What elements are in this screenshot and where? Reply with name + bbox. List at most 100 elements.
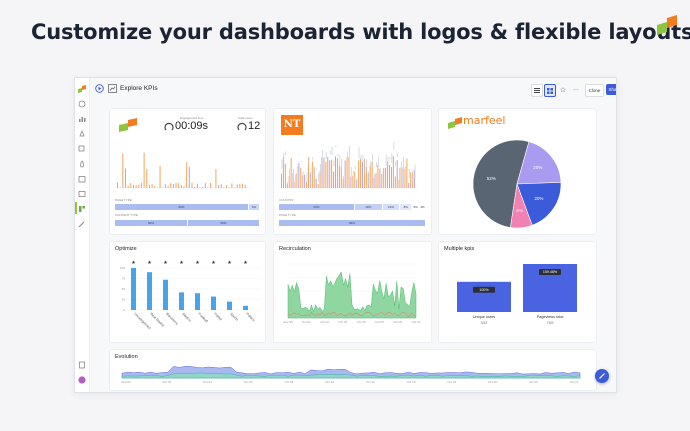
spark-bar <box>322 150 323 161</box>
multiple-kpis-title: Multiple kpis <box>444 246 475 252</box>
star-icon: ★ <box>195 260 200 266</box>
optimize-bar-chart: 0 25 50 75 100 ★ Uncategorized ★ Real Madrid ★ Bar… <box>120 260 260 330</box>
spark-bar <box>336 158 338 188</box>
spark-bar <box>306 172 308 184</box>
spark-bar <box>172 183 174 188</box>
spark-bar <box>358 160 360 188</box>
spark-bar <box>311 161 313 188</box>
more-button[interactable]: ··· <box>571 84 581 95</box>
spark-bar <box>375 173 377 188</box>
favorite-button[interactable]: ☆ <box>558 84 568 95</box>
spark-bar <box>344 160 346 188</box>
optimize-bar <box>211 296 216 310</box>
spark-bar <box>284 163 286 188</box>
spark-bar <box>381 173 383 188</box>
spark-bar <box>352 176 354 188</box>
spark-bar <box>188 166 190 188</box>
spark-bar <box>329 160 331 188</box>
spark-bar <box>414 164 416 179</box>
x-tick-label: Oct 03 <box>162 380 171 384</box>
spark-bar <box>396 160 398 188</box>
card-nt: NT COUNTRY 52% 19% 12% 8% 5% 4% PAGE TYP… <box>273 108 432 235</box>
spark-bar <box>372 154 373 165</box>
spark-bar <box>327 157 329 188</box>
marfeel-logo-text: marfeel <box>463 114 506 127</box>
spark-bar <box>281 159 283 169</box>
optimize-bar <box>243 305 248 310</box>
spark-bar <box>354 165 356 170</box>
list-view-button[interactable] <box>531 84 543 97</box>
marfeel-logo-icon[interactable] <box>78 85 86 93</box>
spark-bar <box>331 146 333 156</box>
x-tick-label: Oct 11 <box>366 380 375 384</box>
content-type-bar[interactable]: 50% 50% <box>115 220 260 226</box>
spark-bar <box>186 162 188 188</box>
page-type-bar[interactable]: 93% 6% <box>115 204 260 210</box>
image-icon[interactable] <box>78 190 86 198</box>
spark-bar <box>383 168 385 188</box>
grid-icon <box>547 87 553 94</box>
spark-bar <box>132 184 134 188</box>
segment: 93% <box>115 204 249 210</box>
x-tick-label: Oct 10 <box>325 380 334 384</box>
x-tick-label: Sep 02 <box>121 380 131 384</box>
country-bar[interactable]: 52% 19% 12% 8% 5% 4% <box>279 204 426 210</box>
spark-bar <box>358 147 360 159</box>
spark-bar <box>377 156 379 166</box>
star-icon: ★ <box>211 260 216 266</box>
play-circle-icon[interactable] <box>95 84 104 93</box>
clone-button[interactable]: Clone <box>585 84 604 97</box>
spark-bar <box>310 171 312 186</box>
y-tick-label: 75 <box>122 277 126 281</box>
dashboard-icon[interactable] <box>78 205 86 213</box>
spark-bar <box>333 171 335 188</box>
spark-bar <box>385 154 387 166</box>
segment: 12% <box>382 204 400 210</box>
x-tick-label: Football <box>197 312 209 324</box>
spark-bar <box>337 154 339 157</box>
rocket-icon[interactable] <box>78 130 86 138</box>
x-tick-label: Sports <box>229 312 239 322</box>
share-button[interactable]: Share <box>606 84 616 95</box>
optimize-bar <box>227 301 232 310</box>
spark-bar <box>316 168 318 170</box>
spark-bar <box>408 182 410 188</box>
nt-logo: NT <box>281 115 303 135</box>
spark-bar <box>356 178 358 187</box>
wrench-icon[interactable] <box>78 220 86 228</box>
page-type-bar[interactable]: 99% <box>279 220 426 226</box>
kpi-value-label: 159.48% <box>543 270 558 274</box>
optimize-bar <box>147 272 152 310</box>
assistant-button[interactable] <box>595 369 609 383</box>
spark-bar <box>406 158 408 165</box>
pie-chart: 52% 20% 20% 8% <box>472 139 562 229</box>
spark-bar <box>130 182 132 188</box>
kpi-category-label: Unique users <box>473 315 495 319</box>
spark-bar <box>154 185 156 188</box>
compass-icon[interactable] <box>78 100 86 108</box>
dashboard-window: Explore KPIs ☆ ··· Clone Share Engagemen… <box>74 77 617 393</box>
star-icon: ★ <box>243 260 248 266</box>
spark-bar <box>135 185 137 188</box>
fire-icon[interactable] <box>78 160 86 168</box>
spark-bar <box>392 156 394 188</box>
card-recirculation: Recirculation Sep 30 Oct 01 Oct 02 Oct 03 Oc… <box>273 241 432 343</box>
book-icon[interactable] <box>78 361 86 369</box>
spark-bar <box>341 158 343 173</box>
spark-bar <box>298 163 300 188</box>
chart-icon[interactable] <box>78 115 86 123</box>
y-tick-label: 100 <box>120 266 125 270</box>
star-icon: ☆ <box>559 86 567 94</box>
spark-bar <box>385 167 387 188</box>
x-tick-label: Oct 18 <box>447 380 456 384</box>
calendar-icon[interactable] <box>78 175 86 183</box>
layers-icon[interactable] <box>78 145 86 153</box>
spark-bar <box>287 181 289 184</box>
spark-bar <box>389 157 391 160</box>
spark-bar <box>175 182 177 188</box>
pie-label: 20% <box>533 165 542 170</box>
spark-bar <box>178 183 180 188</box>
avatar[interactable] <box>78 376 86 384</box>
grid-view-button[interactable] <box>544 84 556 97</box>
spark-bar <box>244 184 246 188</box>
